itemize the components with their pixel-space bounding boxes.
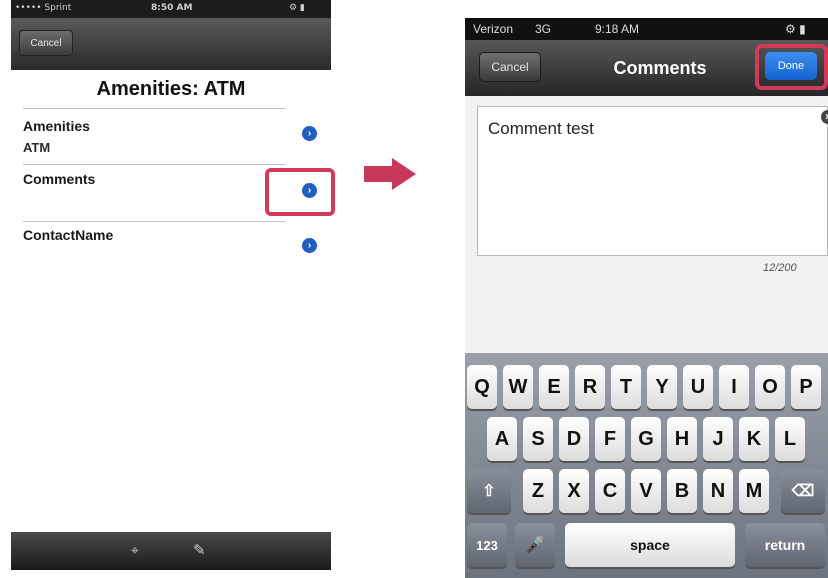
right-phone-screen: Verizon 3G 9:18 AM ⚙ ▮ Cancel Comments D… (465, 0, 828, 578)
divider (23, 108, 285, 109)
key-n[interactable]: N (703, 469, 733, 513)
char-counter: 12/200 (763, 262, 797, 274)
field-label-amenities: Amenities (23, 118, 90, 134)
key-f[interactable]: F (595, 417, 625, 461)
battery-icon: ⚙ ▮ (785, 22, 806, 36)
carrier-label: Verizon (473, 22, 514, 36)
highlight-box (265, 168, 335, 216)
key-w[interactable]: W (503, 365, 533, 409)
disclosure-icon[interactable]: › (302, 238, 317, 253)
key-p[interactable]: P (791, 365, 821, 409)
key-s[interactable]: S (523, 417, 553, 461)
status-bar: ••••• Sprint 8:50 AM ⚙ ▮ (11, 0, 331, 18)
key-i[interactable]: I (719, 365, 749, 409)
key-g[interactable]: G (631, 417, 661, 461)
key-b[interactable]: B (667, 469, 697, 513)
key-k[interactable]: K (739, 417, 769, 461)
field-label-comments: Comments (23, 171, 96, 187)
disclosure-icon[interactable]: › (302, 126, 317, 141)
key-r[interactable]: R (575, 365, 605, 409)
key-o[interactable]: O (755, 365, 785, 409)
field-label-contactname: ContactName (23, 227, 114, 243)
field-value-amenities: ATM (23, 140, 51, 155)
key-e[interactable]: E (539, 365, 569, 409)
keyboard: Q W E R T Y U I O P A S D F G H J K L ⇧ … (465, 353, 828, 578)
cancel-button[interactable]: Cancel (19, 30, 73, 56)
status-bar: Verizon 3G 9:18 AM ⚙ ▮ (465, 18, 828, 40)
key-z[interactable]: Z (523, 469, 553, 513)
network-label: 3G (535, 22, 552, 36)
backspace-key[interactable]: ⌫ (781, 469, 825, 513)
key-q[interactable]: Q (467, 365, 497, 409)
key-c[interactable]: C (595, 469, 625, 513)
key-h[interactable]: H (667, 417, 697, 461)
key-m[interactable]: M (739, 469, 769, 513)
bottom-toolbar: ⌖ ✎ (11, 532, 331, 570)
comment-text: Comment test (488, 119, 594, 138)
nav-bar: Cancel Comments Done (465, 40, 828, 96)
nav-bar: Cancel (11, 18, 331, 70)
arrow-right-icon (364, 158, 416, 190)
key-d[interactable]: D (559, 417, 589, 461)
key-y[interactable]: Y (647, 365, 677, 409)
carrier-label: ••••• Sprint (15, 3, 72, 13)
return-key[interactable]: return (745, 523, 825, 567)
key-u[interactable]: U (683, 365, 713, 409)
comment-textarea[interactable]: Comment test × (477, 106, 828, 256)
key-l[interactable]: L (775, 417, 805, 461)
highlight-box (755, 44, 828, 90)
key-a[interactable]: A (487, 417, 517, 461)
key-v[interactable]: V (631, 469, 661, 513)
key-t[interactable]: T (611, 365, 641, 409)
page-title: Amenities: ATM (96, 78, 246, 100)
battery-icon: ⚙ ▮ (289, 3, 305, 13)
left-phone-screen: ••••• Sprint 8:50 AM ⚙ ▮ Cancel Amenitie… (11, 0, 335, 578)
microphone-icon[interactable]: 🎤 (515, 523, 555, 567)
clear-icon[interactable]: × (821, 110, 828, 124)
comment-panel: Comment test × 12/200 (465, 96, 828, 360)
key-x[interactable]: X (559, 469, 589, 513)
shift-key[interactable]: ⇧ (467, 469, 511, 513)
space-key[interactable]: space (565, 523, 735, 567)
location-icon[interactable]: ⌖ (131, 542, 139, 559)
clock: 8:50 AM (151, 3, 193, 13)
key-j[interactable]: J (703, 417, 733, 461)
divider (23, 221, 285, 222)
numbers-key[interactable]: 123 (467, 523, 507, 567)
paperclip-icon[interactable]: ✎ (193, 541, 206, 559)
divider (23, 164, 285, 165)
clock: 9:18 AM (595, 22, 640, 36)
